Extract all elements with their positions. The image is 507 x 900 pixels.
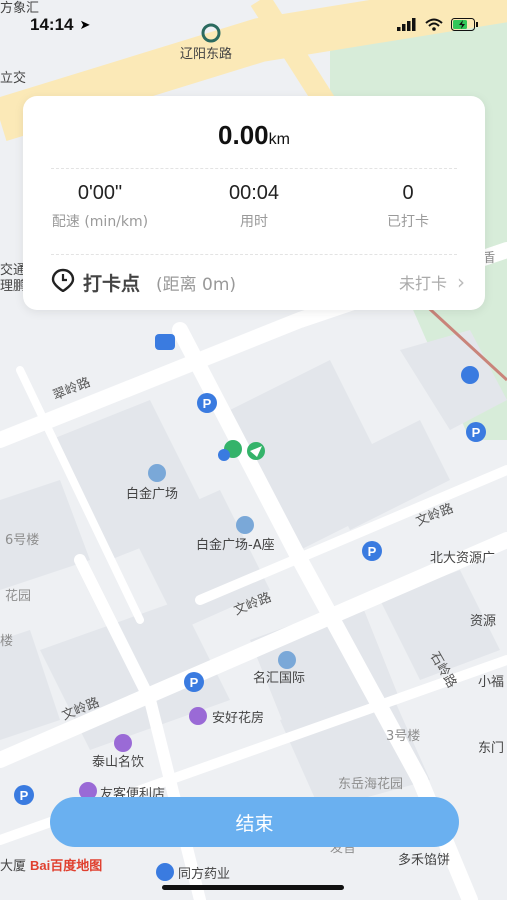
shop-icon [189, 707, 207, 725]
checkin-status: 未打卡 [398, 274, 447, 293]
stats-row: 0'00" 配速 (min/km) 00:04 用时 0 已打卡 [23, 182, 485, 231]
stat-pace: 0'00" 配速 (min/km) [23, 182, 177, 231]
building-icon [278, 651, 296, 669]
map-label: 6号楼 [5, 533, 39, 548]
map-label: 白金广场-A座 [196, 537, 275, 553]
svg-text:P: P [203, 396, 212, 411]
map-label: 东岳海花园 [338, 776, 403, 792]
signal-icon [397, 16, 417, 35]
map-label: 多禾馅饼 [398, 852, 450, 868]
stat-value: 0 [402, 182, 414, 204]
map-label: 花园 [5, 588, 31, 604]
pharmacy-icon [156, 863, 174, 881]
parking-icon: P [466, 422, 486, 442]
parking-icon: P [362, 541, 382, 561]
map-label: 名汇国际 [253, 670, 305, 686]
status-bar: 14:14 ➤ [0, 0, 507, 50]
map-label: 白金广场 [126, 486, 178, 502]
map-label: 楼 [0, 634, 13, 649]
stat-label: 用时 [240, 214, 268, 230]
distance-unit: km [268, 131, 290, 148]
chevron-right-icon: › [457, 270, 465, 294]
location-pin-icon [51, 268, 75, 296]
map-label: 东门 [478, 741, 504, 756]
parking-icon: P [184, 672, 204, 692]
stat-label: 配速 (min/km) [51, 214, 149, 230]
map-label: 3号楼 [386, 729, 420, 744]
bus-stop-icon [155, 334, 175, 350]
map-label: 安好花房 [212, 710, 264, 726]
baidu-map-logo: Bai百度地图 [30, 858, 102, 873]
divider [51, 254, 457, 255]
map-label: 泰山名饮 [92, 754, 144, 770]
run-tracker-card: 0.00km 0'00" 配速 (min/km) 00:04 用时 0 已打卡 … [23, 96, 485, 310]
map-label: 资源 [470, 614, 496, 629]
distance-value: 0.00 [218, 120, 269, 150]
stat-value: 00:04 [228, 182, 280, 204]
wifi-icon [425, 16, 443, 35]
parking-icon: P [197, 393, 217, 413]
divider [51, 168, 457, 169]
building-icon [236, 516, 254, 534]
toilet-icon [461, 366, 479, 384]
map-label: 小福 [478, 675, 504, 690]
svg-text:P: P [190, 675, 199, 690]
end-button[interactable]: 结束 [50, 797, 459, 847]
checkin-distance: (距离 0m) [156, 274, 237, 295]
map-label: 同方药业 [178, 866, 230, 882]
map-label: 北大资源广 [430, 551, 495, 566]
home-indicator[interactable] [162, 885, 344, 890]
map-label: 大厦 [0, 859, 26, 874]
svg-text:P: P [20, 788, 29, 803]
status-time: 14:14 [30, 15, 74, 34]
building-icon [148, 464, 166, 482]
map-label: 立交 [0, 70, 26, 86]
checkin-point-row[interactable]: 打卡点 (距离 0m) 未打卡 › [51, 266, 465, 298]
distance-display: 0.00km [23, 120, 485, 151]
checkin-title: 打卡点 [83, 272, 141, 295]
shop-icon [114, 734, 132, 752]
svg-text:P: P [472, 425, 481, 440]
stat-label: 已打卡 [387, 214, 429, 230]
location-arrow-icon: ➤ [79, 17, 91, 33]
stat-checked-in: 0 已打卡 [331, 182, 485, 231]
stat-time: 00:04 用时 [177, 182, 331, 231]
battery-charging-icon [451, 16, 479, 35]
stat-value: 0'00" [77, 182, 123, 204]
parking-icon: P [14, 785, 34, 805]
svg-text:P: P [368, 544, 377, 559]
